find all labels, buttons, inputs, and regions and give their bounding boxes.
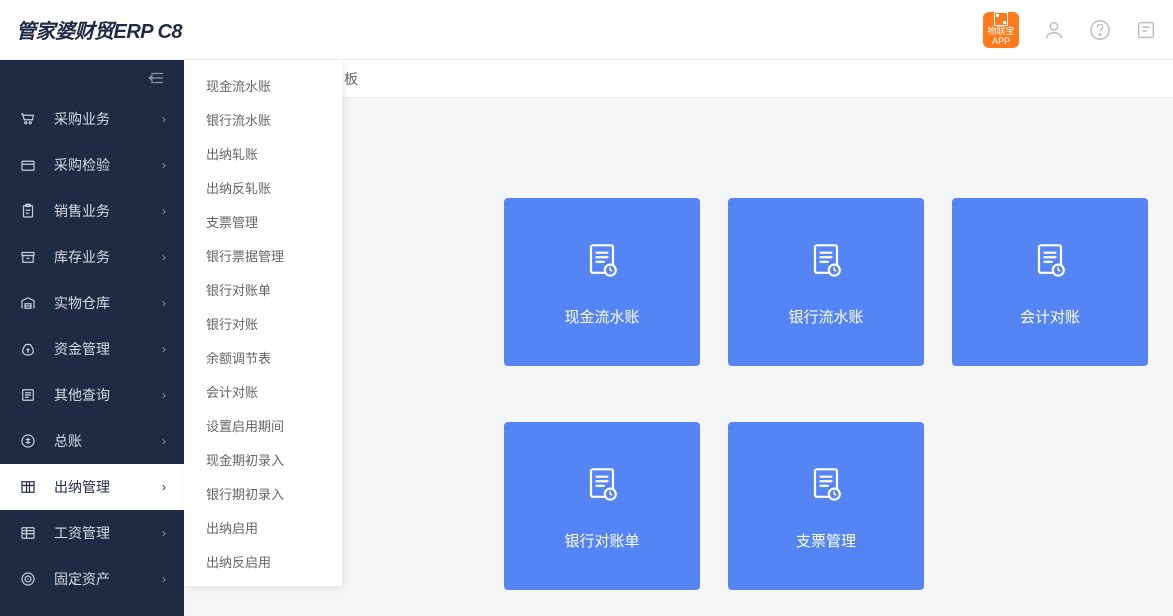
target-icon: [18, 570, 38, 588]
submenu-item-13[interactable]: 出纳启用: [184, 510, 342, 544]
document-gear-icon: [580, 238, 624, 282]
submenu-item-5[interactable]: 银行票据管理: [184, 238, 342, 272]
collapse-icon: [148, 69, 166, 87]
document-gear-icon: [804, 238, 848, 282]
document-gear-icon: [1028, 238, 1072, 282]
sidebar-item-9[interactable]: 工资管理 ›: [0, 510, 184, 556]
logo-main: 管家婆: [16, 21, 75, 43]
sidebar-item-1[interactable]: 采购检验 ›: [0, 142, 184, 188]
list-icon: [18, 386, 38, 404]
qr-icon: [994, 12, 1008, 26]
app-badge-label: 物联宝 APP: [987, 27, 1014, 47]
submenu-item-14[interactable]: 出纳反启用: [184, 544, 342, 578]
sidebar-item-label: 库存业务: [54, 247, 110, 267]
card-3[interactable]: 银行对账单: [504, 422, 700, 590]
topbar: 管家婆财贸ERP C8 物联宝 APP: [0, 0, 1173, 60]
chevron-right-icon: ›: [162, 204, 166, 218]
submenu-popup: 现金流水账银行流水账出纳轧账出纳反轧账支票管理银行票据管理银行对账单银行对账余额…: [184, 60, 342, 586]
notes-icon[interactable]: [1135, 19, 1157, 41]
warehouse-icon: [18, 294, 38, 312]
chevron-right-icon: ›: [162, 388, 166, 402]
sidebar-item-label: 采购业务: [54, 109, 110, 129]
chevron-right-icon: ›: [162, 434, 166, 448]
topbar-actions: 物联宝 APP: [983, 12, 1157, 48]
sidebar-item-label: 工资管理: [54, 523, 110, 543]
sidebar-item-label: 实物仓库: [54, 293, 110, 313]
sidebar-item-label: 总账: [54, 431, 82, 451]
sidebar-item-label: 采购检验: [54, 155, 110, 175]
document-gear-icon: [804, 462, 848, 506]
sidebar-nav: 采购业务›采购检验›销售业务›库存业务›实物仓库›资金管理›其他查询›总账›出纳…: [0, 96, 184, 616]
user-icon[interactable]: [1043, 19, 1065, 41]
sidebar-item-0[interactable]: 采购业务 ›: [0, 96, 184, 142]
sidebar-item-label: 出纳管理: [54, 477, 110, 497]
sidebar-item-3[interactable]: 库存业务 ›: [0, 234, 184, 280]
sidebar-item-2[interactable]: 销售业务 ›: [0, 188, 184, 234]
sidebar-item-label: 销售业务: [54, 201, 110, 221]
card-1[interactable]: 银行流水账: [728, 198, 924, 366]
sidebar-item-label: 资金管理: [54, 339, 110, 359]
card-label: 支票管理: [796, 530, 856, 551]
sidebar-item-5[interactable]: 资金管理 ›: [0, 326, 184, 372]
submenu-item-1[interactable]: 银行流水账: [184, 102, 342, 136]
main-content: 现金流水账银行流水账出纳轧账出纳反轧账支票管理银行票据管理银行对账单银行对账余额…: [184, 60, 1173, 616]
card-label: 会计对账: [1020, 306, 1080, 327]
chevron-right-icon: ›: [162, 158, 166, 172]
submenu-item-0[interactable]: 现金流水账: [184, 68, 342, 102]
sidebar-collapse[interactable]: [0, 60, 184, 96]
card-4[interactable]: 支票管理: [728, 422, 924, 590]
card-label: 银行对账单: [564, 530, 639, 551]
box-icon: [18, 156, 38, 174]
sidebar-item-6[interactable]: 其他查询 ›: [0, 372, 184, 418]
submenu-item-8[interactable]: 余额调节表: [184, 340, 342, 374]
chevron-right-icon: ›: [162, 342, 166, 356]
submenu-item-7[interactable]: 银行对账: [184, 306, 342, 340]
app-badge[interactable]: 物联宝 APP: [983, 12, 1019, 48]
moneybag-icon: [18, 340, 38, 358]
card-2[interactable]: 会计对账: [952, 198, 1148, 366]
submenu-item-3[interactable]: 出纳反轧账: [184, 170, 342, 204]
chevron-right-icon: ›: [162, 480, 166, 494]
logo-version: C8: [157, 21, 182, 43]
sidebar-item-8[interactable]: 出纳管理 ›: [0, 464, 184, 510]
breadcrumb-text: 板: [344, 69, 358, 89]
app-logo: 管家婆财贸ERP C8: [16, 15, 182, 44]
submenu-item-11[interactable]: 现金期初录入: [184, 442, 342, 476]
clipboard-icon: [18, 202, 38, 220]
submenu-item-9[interactable]: 会计对账: [184, 374, 342, 408]
sidebar-item-label: 其他查询: [54, 385, 110, 405]
archive-icon: [18, 248, 38, 266]
submenu-item-10[interactable]: 设置启用期间: [184, 408, 342, 442]
submenu-item-4[interactable]: 支票管理: [184, 204, 342, 238]
card-label: 银行流水账: [788, 306, 863, 327]
document-gear-icon: [580, 462, 624, 506]
submenu-item-6[interactable]: 银行对账单: [184, 272, 342, 306]
chevron-right-icon: ›: [162, 526, 166, 540]
coin-icon: [18, 432, 38, 450]
sidebar-item-10[interactable]: 固定资产 ›: [0, 556, 184, 602]
table-icon: [18, 524, 38, 542]
submenu-item-2[interactable]: 出纳轧账: [184, 136, 342, 170]
chevron-right-icon: ›: [162, 296, 166, 310]
help-icon[interactable]: [1089, 19, 1111, 41]
sidebar: 采购业务›采购检验›销售业务›库存业务›实物仓库›资金管理›其他查询›总账›出纳…: [0, 60, 184, 616]
submenu-item-12[interactable]: 银行期初录入: [184, 476, 342, 510]
chevron-right-icon: ›: [162, 250, 166, 264]
chevron-right-icon: ›: [162, 572, 166, 586]
cart-icon: [18, 110, 38, 128]
card-label: 现金流水账: [564, 306, 639, 327]
card-0[interactable]: 现金流水账: [504, 198, 700, 366]
cards-grid: 现金流水账 银行流水账 会计对账银行对账单 支票管理: [504, 98, 1173, 590]
sidebar-item-4[interactable]: 实物仓库 ›: [0, 280, 184, 326]
sidebar-item-label: 固定资产: [54, 569, 110, 589]
sidebar-item-7[interactable]: 总账 ›: [0, 418, 184, 464]
chevron-right-icon: ›: [162, 112, 166, 126]
grid-icon: [18, 478, 38, 496]
logo-sub: 财贸ERP: [75, 21, 153, 43]
